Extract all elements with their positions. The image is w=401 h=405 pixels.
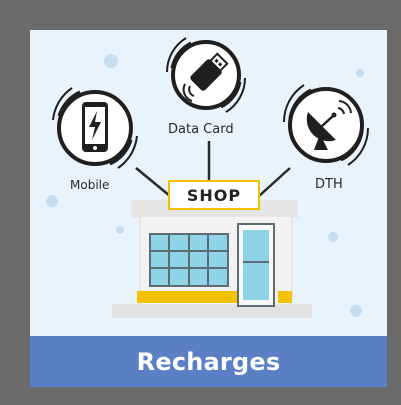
- service-label-datacard: Data Card: [168, 122, 234, 137]
- banner-title: Recharges: [136, 347, 281, 376]
- shop-building: [112, 200, 312, 318]
- service-label-dth: DTH: [315, 177, 343, 192]
- shop-sign-text: SHOP: [186, 185, 242, 205]
- title-banner: Recharges: [30, 336, 387, 387]
- shop-door: [237, 223, 275, 307]
- satellite-dish-icon: [282, 84, 370, 166]
- usb-data-card-icon: [166, 37, 246, 113]
- service-label-mobile: Mobile: [70, 178, 110, 192]
- shop-base-stripe-right: [278, 291, 292, 303]
- shop-sign: SHOP: [168, 180, 260, 210]
- shop-base-stripe: [137, 291, 237, 303]
- shop-window: [149, 233, 229, 287]
- mobile-phone-icon: [52, 87, 138, 169]
